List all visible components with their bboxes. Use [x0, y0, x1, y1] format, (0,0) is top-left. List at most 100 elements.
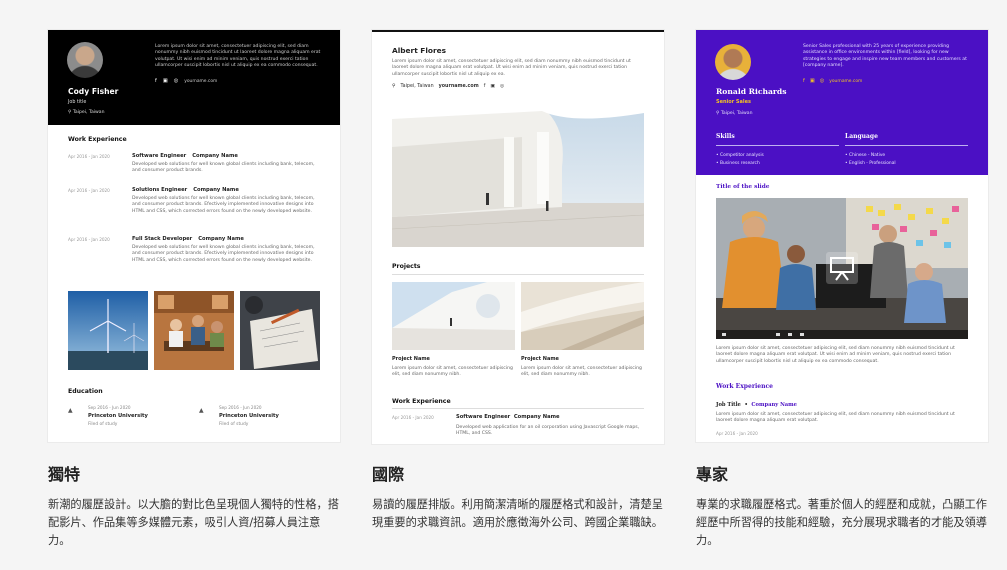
education-field: Filed of study: [219, 422, 249, 427]
resume-header: Ronald Richards Senior Sales ⚲ Taipei, T…: [696, 30, 988, 175]
role-text: Software Engineer: [132, 153, 187, 159]
graduation-cap-icon: ▲: [199, 407, 204, 414]
skill-text: Competitor analysis: [720, 153, 764, 158]
education-date: Sep 2016 - Jun 2020: [219, 405, 262, 410]
company-text: Company Name: [513, 414, 560, 420]
caption-title-unique: 獨特: [48, 465, 81, 484]
role-text: Software Engineer: [456, 414, 511, 420]
facebook-icon: f: [803, 78, 805, 84]
slide-description: Lorem ipsum dolor sit amet, consectetuer…: [716, 346, 955, 364]
divider: [392, 408, 644, 409]
location-text: Taipei, Taiwan: [400, 84, 434, 89]
resume-job-title: Job title: [68, 100, 87, 105]
job-title-text: Job Title: [716, 402, 741, 408]
resume-template-unique[interactable]: Cody Fisher Job title ⚲ Taipei, Taiwan L…: [48, 30, 340, 442]
language-item: • English - Professional: [845, 161, 896, 166]
experience-item: Apr 2016 - Jan 2020 Solutions Engineer Co…: [68, 187, 323, 231]
experience-date: Apr 2016 - Jan 2020: [392, 415, 434, 420]
section-title-experience: Work Experience: [392, 398, 451, 405]
resume-template-expert[interactable]: Ronald Richards Senior Sales ⚲ Taipei, T…: [696, 30, 988, 442]
website-text: yourname.com: [184, 79, 218, 84]
pin-icon: ⚲: [392, 84, 396, 89]
experience-item: Apr 2016 - Jan 2020 Full Stack Developer…: [68, 236, 323, 280]
caption-desc-expert: 專業的求職履歷格式。著重於個人的經歷和成就，凸顯工作經歷中所習得的技能和經驗，充…: [696, 498, 987, 547]
linkedin-icon: ▣: [809, 78, 815, 84]
experience-role: Software Engineer Company Name: [456, 414, 560, 420]
job-heading: Job Title • Company Name: [716, 402, 797, 408]
company-text: Company Name: [751, 402, 797, 408]
experience-item: Apr 2016 - Jan 2020 Software Engineer Com…: [68, 153, 323, 179]
resume-summary: Senior Sales professional with 25 years …: [803, 44, 967, 69]
experience-desc: Developed web application for an oil cor…: [456, 425, 640, 437]
avatar: [67, 42, 103, 78]
experience-role: Full Stack Developer Company Name: [132, 236, 244, 242]
experience-date: Apr 2016 - Jan 2020: [68, 188, 110, 193]
section-title-experience: Work Experience: [716, 383, 773, 390]
caption-desc-international: 易讀的履歷排版。利用簡潔清晰的履歷格式和設計，清楚呈現重要的求職資訊。適用於應徵…: [372, 498, 663, 529]
company-text: Company Name: [198, 236, 244, 242]
embedded-slide[interactable]: [716, 198, 968, 339]
project-desc: Lorem ipsum dolor sit amet, consectetuer…: [392, 366, 513, 378]
language-heading: Language: [845, 133, 878, 140]
caption-title-international: 國際: [372, 465, 405, 484]
website-text: yourname.com: [829, 79, 863, 84]
project-title: Project Name: [392, 356, 430, 362]
section-title-education: Education: [68, 388, 103, 395]
section-title-experience: Work Experience: [68, 136, 127, 143]
skill-item: • Competitor analysis: [716, 153, 764, 158]
resume-intro: Lorem ipsum dolor sit amet, consectetuer…: [392, 59, 631, 77]
resume-name: Ronald Richards: [716, 87, 787, 96]
skill-text: Business research: [720, 161, 760, 166]
portfolio-photo-design-sketch: [240, 291, 320, 370]
website-text: yourname.com: [438, 84, 479, 89]
facebook-icon: f: [155, 78, 157, 84]
pin-icon: ⚲: [716, 111, 720, 116]
resume-name: Cody Fisher: [68, 87, 119, 96]
avatar: [715, 44, 751, 80]
company-text: Company Name: [193, 187, 239, 193]
caption-title-expert: 專家: [696, 465, 729, 484]
education-date: Sep 2016 - Jun 2020: [88, 405, 131, 410]
education-school: Princeton University: [88, 413, 148, 419]
location-text: Taipei, Taiwan: [72, 110, 105, 115]
job-date: Apr 2016 - Jan 2020: [716, 431, 758, 436]
experience-date: Apr 2016 - Jan 2020: [68, 154, 110, 159]
feature-photo-architecture: [392, 107, 644, 247]
resume-location: ⚲ Taipei, Taiwan: [68, 110, 105, 115]
education-school: Princeton University: [219, 413, 279, 419]
project-photo-abstract: [521, 282, 644, 350]
instagram-icon: ◎: [173, 78, 179, 84]
portfolio-photo-team-meeting: [154, 291, 234, 370]
portfolio-photo-wind-turbines: [68, 291, 148, 370]
linkedin-icon: ▣: [162, 78, 168, 84]
company-text: Company Name: [192, 153, 238, 159]
role-text: Solutions Engineer: [132, 187, 188, 193]
resume-job-title: Senior Sales: [716, 99, 751, 105]
divider: [845, 145, 968, 146]
skills-heading: Skills: [716, 133, 735, 140]
resume-template-international[interactable]: Albert Flores Lorem ipsum dolor sit amet…: [372, 30, 664, 444]
resume-summary: Lorem ipsum dolor sit amet, consectetuer…: [155, 44, 321, 69]
project-title: Project Name: [521, 356, 559, 362]
caption-desc-unique: 新潮的履歷設計。以大膽的對比色呈現個人獨特的性格，搭配影片、作品集等多媒體元素，…: [48, 498, 339, 547]
experience-desc: Developed web solutions for well known g…: [132, 162, 315, 174]
project-photo-building: [392, 282, 515, 350]
job-desc: Lorem ipsum dolor sit amet, consectetuer…: [716, 412, 955, 424]
graduation-cap-icon: ▲: [68, 407, 73, 414]
experience-role: Solutions Engineer Company Name: [132, 187, 239, 193]
experience-desc: Developed web solutions for well known g…: [132, 196, 315, 214]
divider: [716, 145, 839, 146]
resume-contact: ⚲ Taipei, Taiwan yourname.com f ▣ ◎: [392, 84, 509, 89]
language-text: English - Professional: [849, 161, 896, 166]
pin-icon: ⚲: [68, 110, 72, 115]
social-links: f ▣ ◎ yourname.com: [803, 78, 867, 84]
divider: [392, 274, 644, 275]
experience-desc: Developed web solutions for well known g…: [132, 245, 315, 263]
language-item: • Chinese - Native: [845, 153, 886, 158]
resume-location: ⚲ Taipei, Taiwan: [716, 111, 753, 116]
language-text: Chinese - Native: [849, 153, 886, 158]
experience-role: Software Engineer Company Name: [132, 153, 238, 159]
role-text: Full Stack Developer: [132, 236, 193, 242]
resume-name: Albert Flores: [392, 46, 447, 55]
education-field: Filed of study: [88, 422, 118, 427]
